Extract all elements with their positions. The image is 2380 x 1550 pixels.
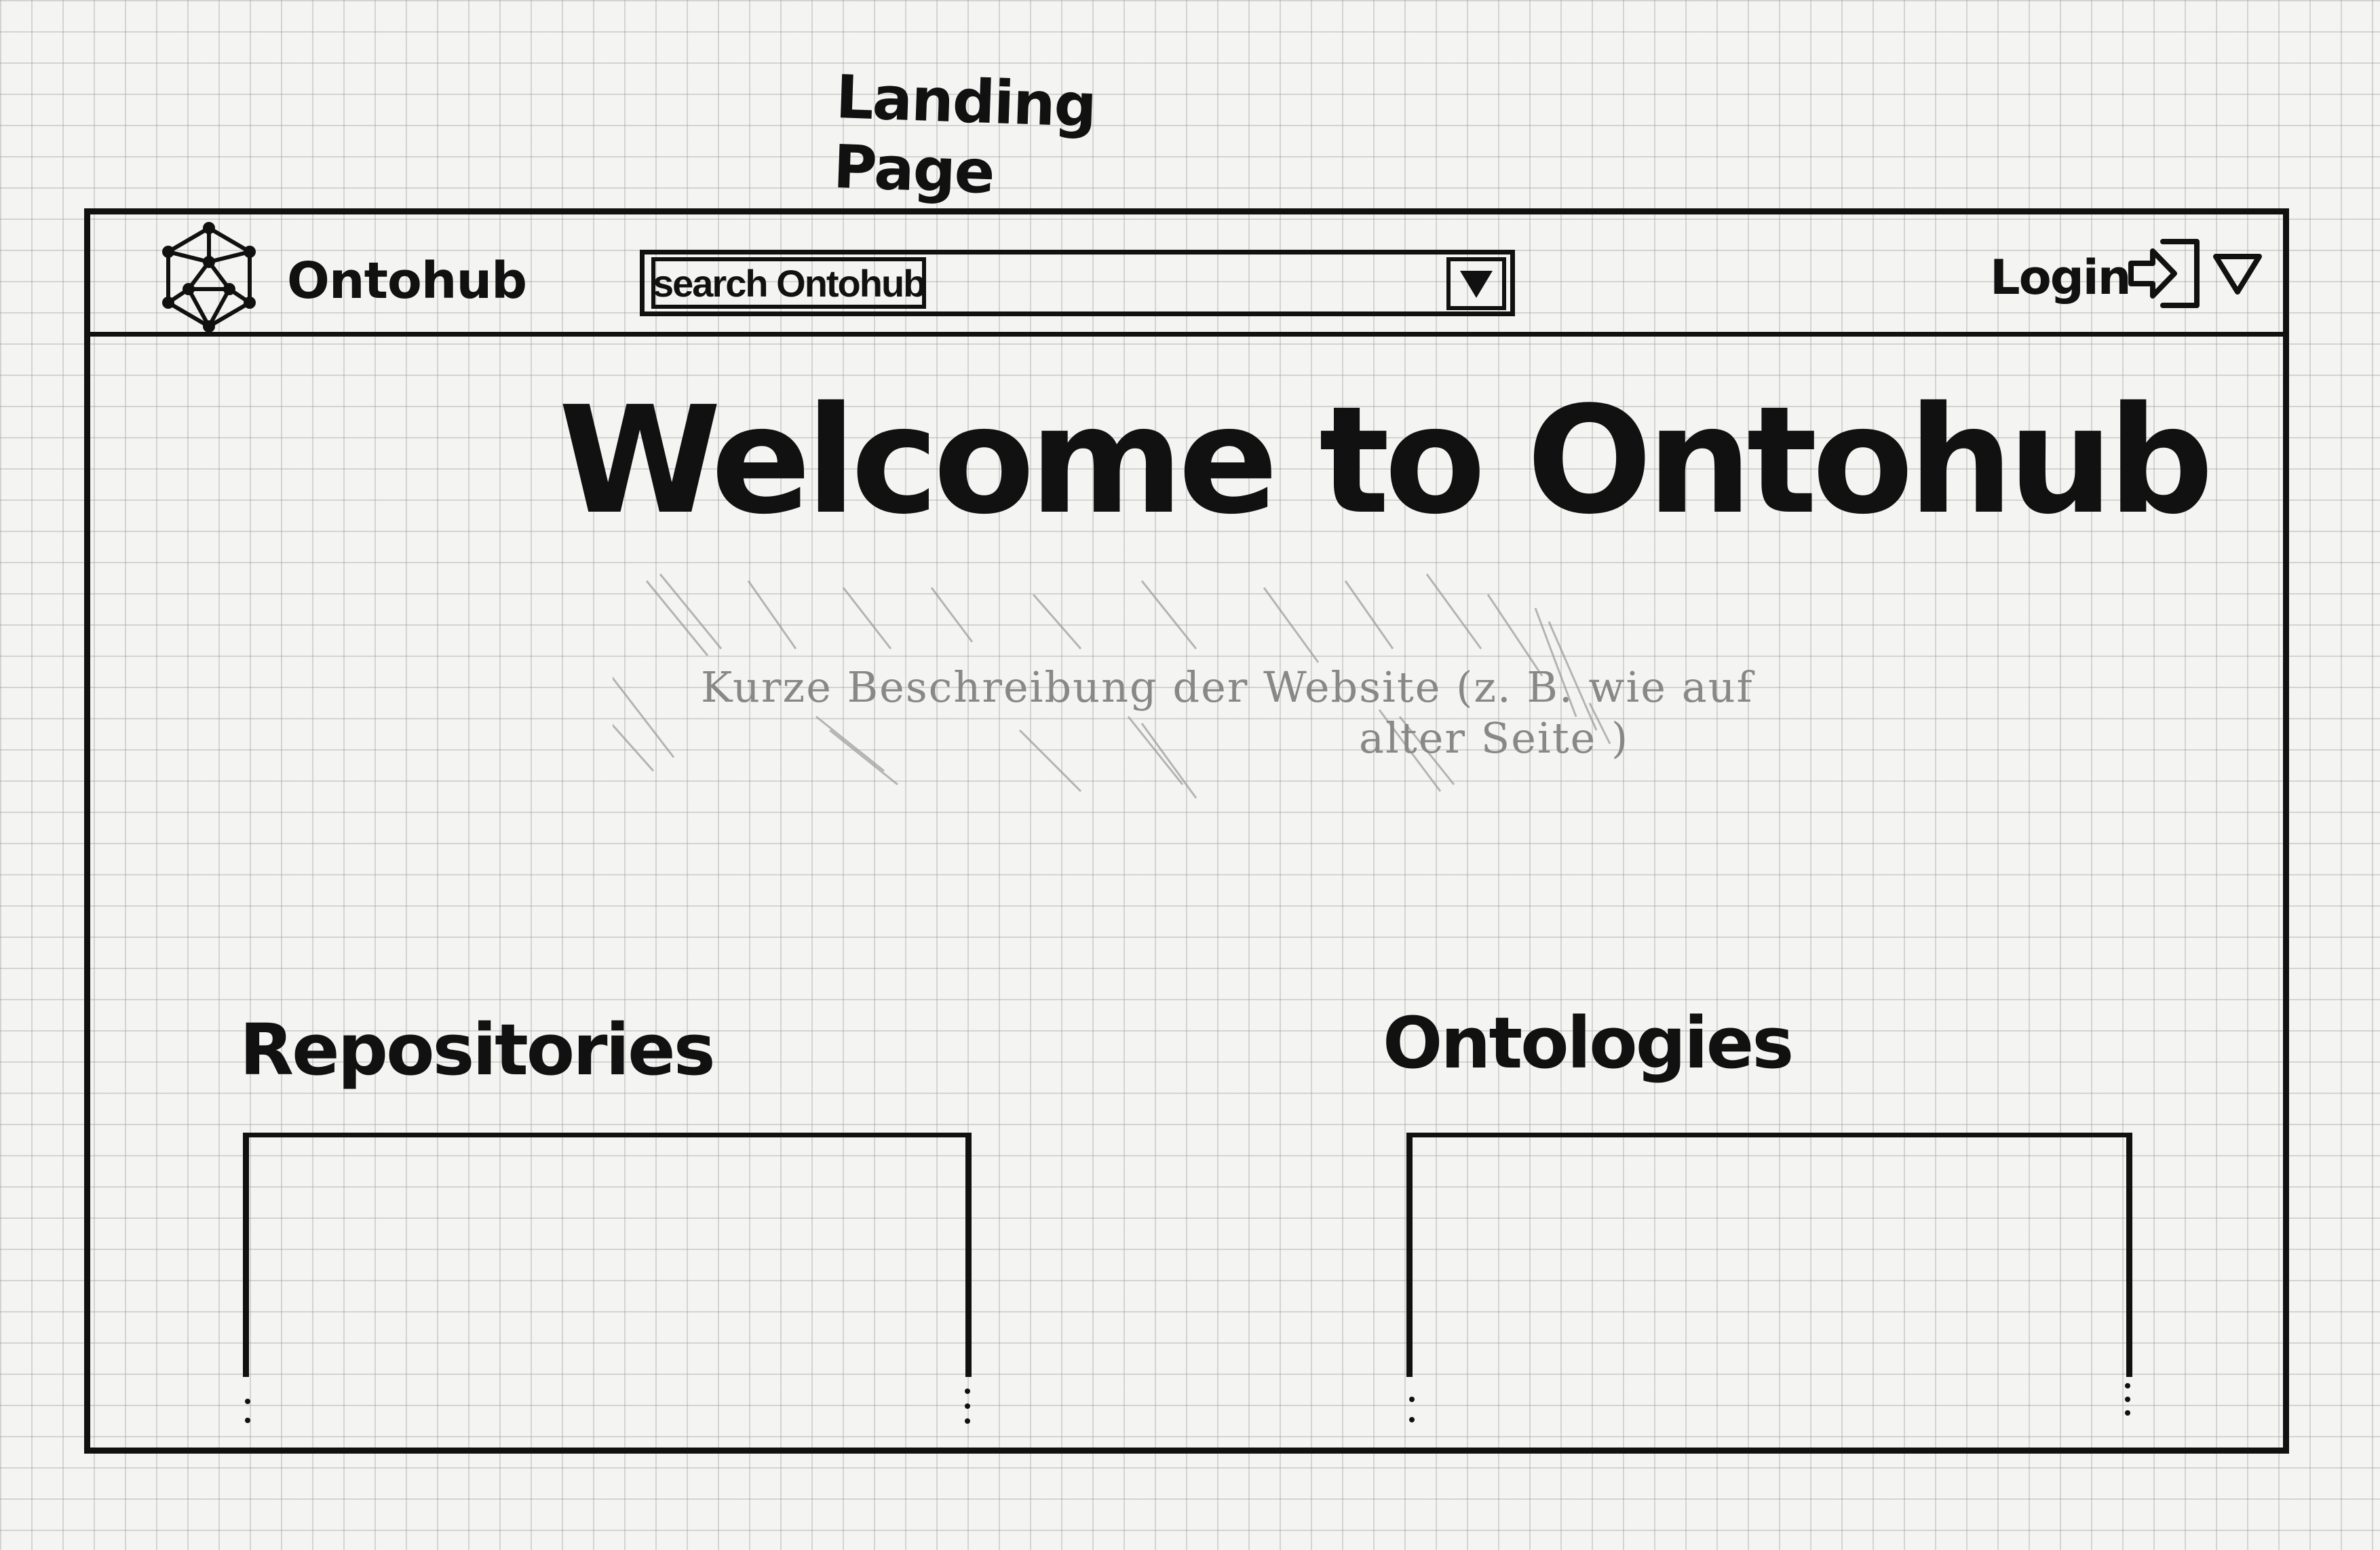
repositories-list-continuation-right <box>963 1388 972 1443</box>
search-input[interactable] <box>653 259 1440 307</box>
sheet-title: Landing Page <box>832 61 1097 208</box>
login-arrow-icon[interactable] <box>2126 236 2207 311</box>
ontologies-list[interactable] <box>1406 1133 2132 1377</box>
repositories-heading: Repositories <box>239 1008 716 1091</box>
ontology-graph-icon[interactable] <box>158 221 260 333</box>
triangle-down-icon <box>1460 271 1493 298</box>
repositories-list-continuation-left <box>244 1399 252 1453</box>
ontologies-list-continuation-left <box>1408 1397 1416 1451</box>
browser-frame: Ontohub Login Welcome to Ontohub <box>84 208 2289 1454</box>
navbar: Ontohub Login <box>90 214 2283 337</box>
description-text: Kurze Beschreibung der Website (z. B. wi… <box>701 662 1754 712</box>
welcome-title: Welcome to Ontohub <box>558 375 2214 547</box>
login-link[interactable]: Login <box>1990 250 2132 305</box>
search-bar <box>640 250 1515 316</box>
description-placeholder: Kurze Beschreibung der Website (z. B. wi… <box>613 567 1780 839</box>
ontologies-heading: Ontologies <box>1383 1002 1794 1084</box>
ontologies-list-continuation-right <box>2124 1383 2132 1437</box>
description-text-continued: alter Seite ) <box>1359 713 1630 763</box>
search-dropdown-button[interactable] <box>1446 257 1506 310</box>
brand-name[interactable]: Ontohub <box>287 252 527 310</box>
triangle-down-outline-icon[interactable] <box>2210 248 2265 299</box>
repositories-list[interactable] <box>243 1133 972 1377</box>
